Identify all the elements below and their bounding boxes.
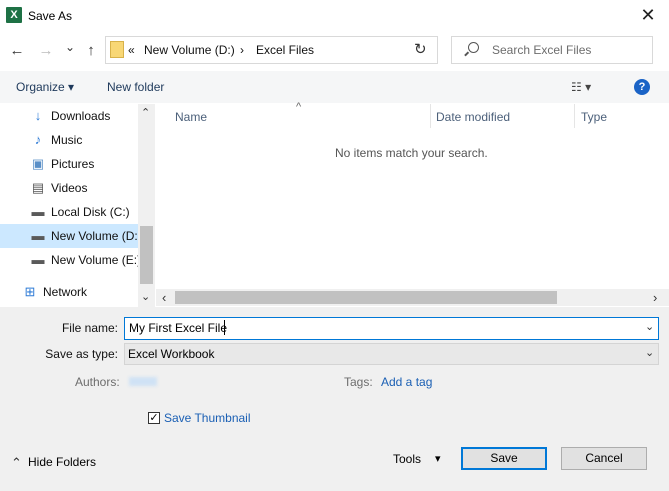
text-caret [224, 320, 225, 335]
command-toolbar [0, 71, 669, 103]
sidebar-item-videos[interactable]: ▤ Videos [0, 176, 138, 200]
tools-dropdown-icon[interactable]: ▾ [435, 452, 441, 465]
breadcrumb-overflow-icon[interactable]: « [128, 43, 135, 57]
organize-button[interactable]: Organize ▾ [16, 80, 74, 94]
sidebar-item-label: Pictures [51, 157, 95, 171]
music-icon: ♪ [34, 132, 42, 147]
drive-e-icon: ▬ [31, 252, 45, 267]
sidebar-item-label: Network [43, 285, 88, 299]
column-header-date-modified[interactable]: Date modified [436, 110, 510, 124]
cancel-button[interactable]: Cancel [561, 447, 647, 470]
search-icon [468, 42, 479, 53]
file-name-label: File name: [61, 321, 118, 335]
sidebar-item-label: Local Disk (C:) [51, 205, 130, 219]
pictures-icon: ▣ [31, 156, 45, 171]
add-tag-link[interactable]: Add a tag [381, 375, 432, 389]
hide-folders-chevron-icon[interactable]: ⌃ [11, 455, 22, 471]
title-bar [0, 0, 669, 32]
sidebar-item-label: New Volume (E:) [51, 253, 142, 267]
sidebar-item-network[interactable]: ⊞ Network [0, 280, 138, 304]
scroll-right-icon[interactable]: › [653, 290, 657, 305]
file-name-value[interactable]: My First Excel File [129, 321, 227, 335]
downloads-icon: ↓ [34, 108, 42, 123]
view-options-icon[interactable]: ☷ ▾ [571, 80, 591, 94]
sort-ascending-icon: ^ [296, 101, 302, 113]
sidebar-item-local-disk-c[interactable]: ▬ Local Disk (C:) [0, 200, 138, 224]
folder-icon [110, 41, 124, 58]
search-placeholder: Search Excel Files [492, 43, 592, 57]
column-divider[interactable] [430, 104, 431, 128]
save-thumbnail-label[interactable]: Save Thumbnail [164, 411, 251, 425]
drive-d-icon: ▬ [31, 228, 45, 243]
forward-arrow-icon[interactable]: → [37, 42, 55, 59]
sidebar-item-new-volume-e[interactable]: ▬ New Volume (E:) [0, 248, 142, 272]
scroll-up-icon[interactable]: ⌃ [141, 106, 150, 119]
up-arrow-icon[interactable]: ↑ [82, 42, 100, 59]
horizontal-scroll-thumb[interactable] [175, 291, 557, 304]
scroll-left-icon[interactable]: ‹ [162, 290, 166, 305]
recent-locations-chevron-icon[interactable]: ⌄ [61, 40, 79, 54]
sidebar-item-new-volume-d[interactable]: ▬ New Volume (D: [0, 224, 138, 248]
scroll-down-icon[interactable]: ⌄ [141, 290, 150, 303]
save-as-type-label: Save as type: [45, 347, 118, 361]
column-header-type[interactable]: Type [581, 110, 607, 124]
authors-value[interactable] [129, 377, 157, 386]
videos-icon: ▤ [31, 180, 45, 195]
local-disk-icon: ▬ [31, 204, 45, 219]
sidebar-item-downloads[interactable]: ↓ Downloads [0, 104, 138, 128]
sidebar-item-label: Music [51, 133, 83, 147]
sidebar-item-pictures[interactable]: ▣ Pictures [0, 152, 138, 176]
file-list [156, 104, 669, 307]
save-as-type-chevron-icon[interactable]: ⌄ [645, 346, 654, 359]
empty-list-message: No items match your search. [335, 146, 488, 160]
tools-button[interactable]: Tools [393, 452, 421, 466]
column-header-name[interactable]: Name [175, 110, 207, 124]
close-icon[interactable]: ✕ [636, 4, 660, 26]
back-arrow-icon[interactable]: ← [8, 42, 26, 59]
save-thumbnail-checkbox[interactable]: ✓ [148, 412, 160, 424]
file-name-dropdown-chevron-icon[interactable]: ⌄ [645, 320, 654, 333]
tags-label: Tags: [344, 375, 373, 389]
breadcrumb-new-volume-d[interactable]: New Volume (D:) [144, 43, 235, 57]
window-title: Save As [28, 9, 73, 23]
sidebar-item-label: New Volume (D: [51, 229, 138, 243]
excel-app-icon: X [6, 7, 22, 23]
navigation-pane-scroll-thumb[interactable] [140, 226, 153, 284]
save-as-type-value[interactable]: Excel Workbook [128, 347, 214, 361]
sidebar-item-label: Downloads [51, 109, 111, 123]
sidebar-item-music[interactable]: ♪ Music [0, 128, 138, 152]
new-folder-button[interactable]: New folder [107, 80, 164, 94]
sidebar-item-label: Videos [51, 181, 88, 195]
refresh-icon[interactable]: ↻ [414, 40, 427, 58]
save-button[interactable]: Save [461, 447, 547, 470]
breadcrumb-separator: › [240, 43, 244, 57]
column-divider[interactable] [574, 104, 575, 128]
authors-label: Authors: [75, 375, 120, 389]
network-icon: ⊞ [24, 284, 36, 299]
help-icon[interactable]: ? [634, 79, 650, 95]
hide-folders-button[interactable]: Hide Folders [28, 455, 96, 469]
breadcrumb-excel-files[interactable]: Excel Files [256, 43, 314, 57]
